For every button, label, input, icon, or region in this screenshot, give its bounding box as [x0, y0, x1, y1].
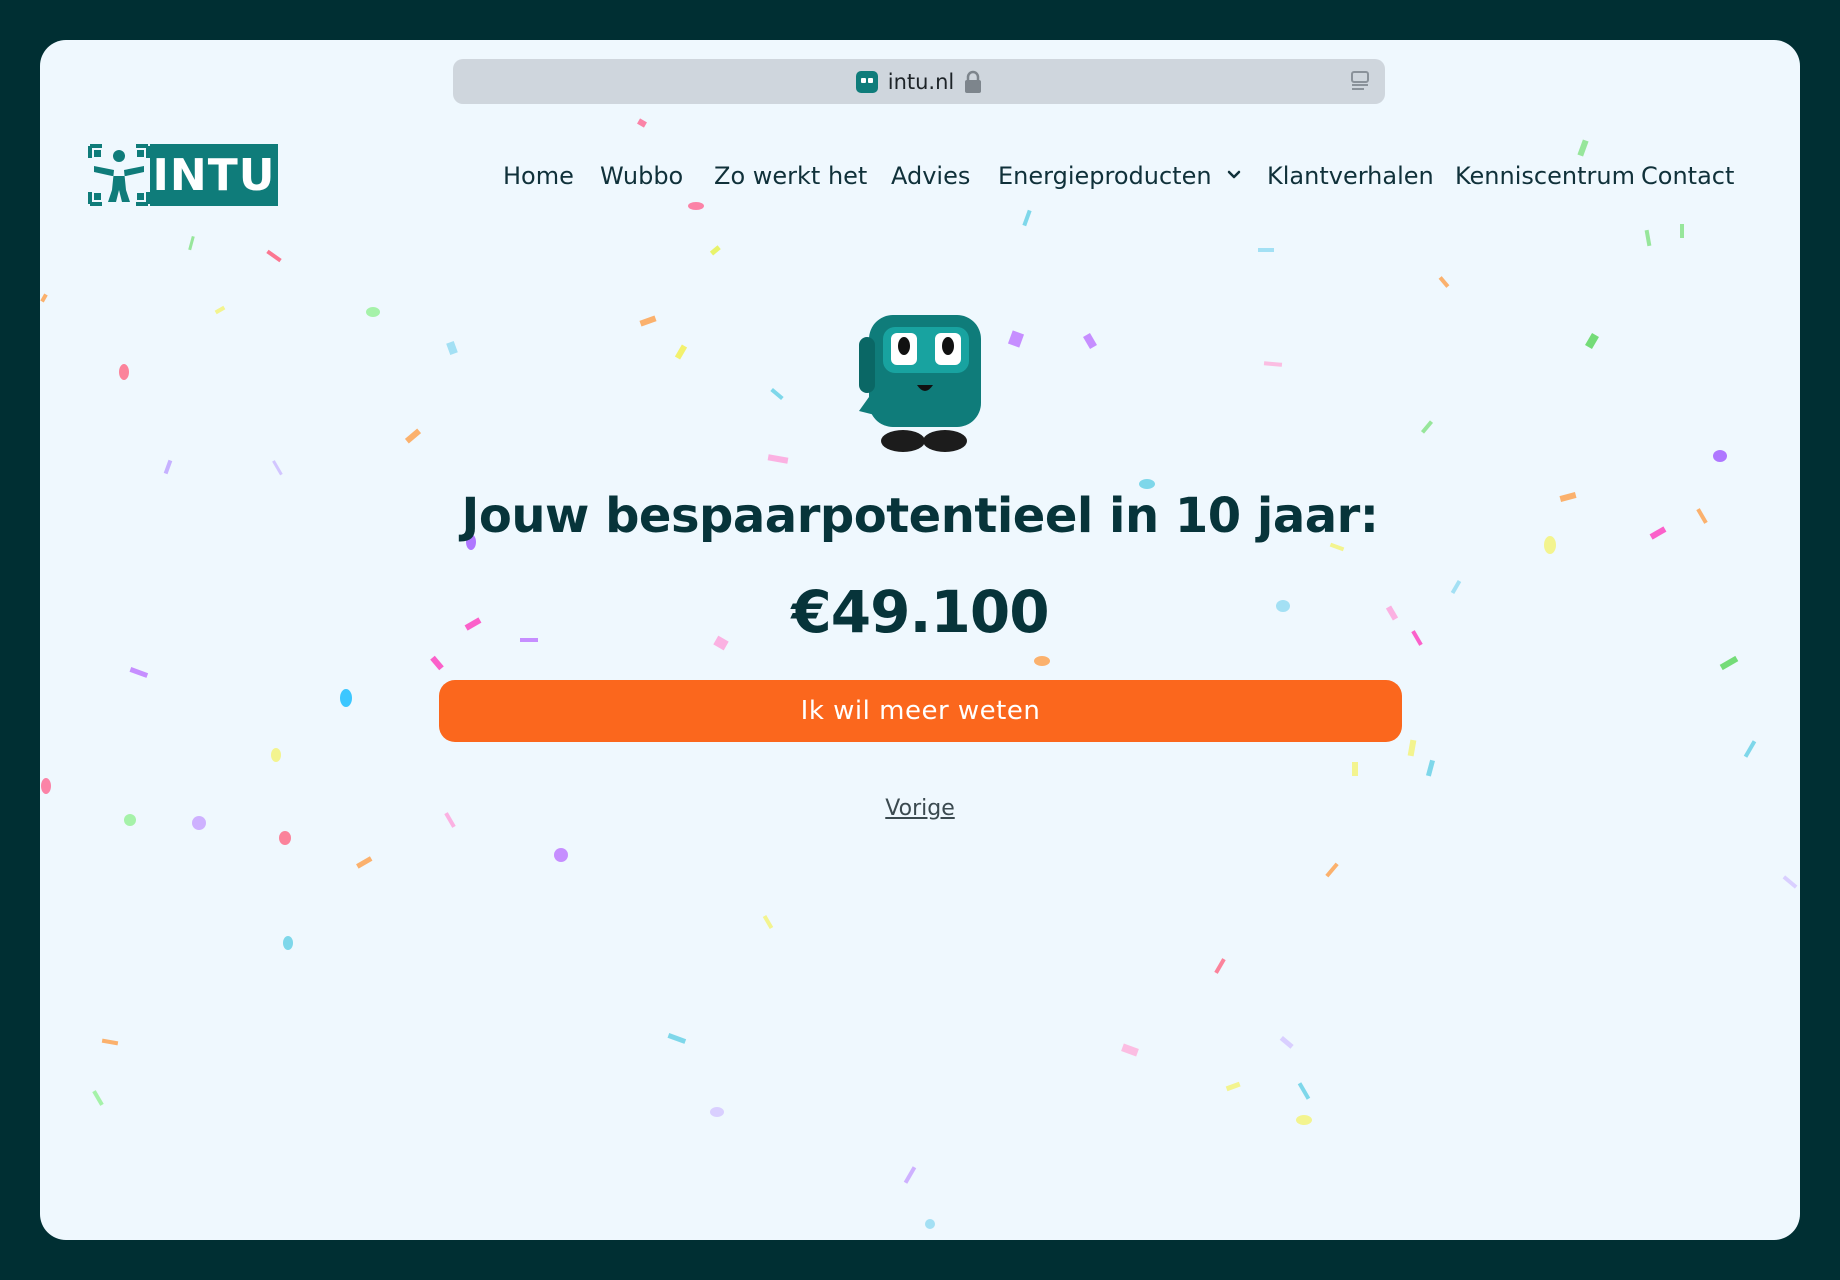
- intu-robot-icon: [855, 70, 878, 93]
- lock-icon: [965, 70, 982, 93]
- nav-advies[interactable]: Advies: [891, 158, 970, 194]
- reader-mode-icon[interactable]: [1349, 70, 1371, 92]
- nav-home[interactable]: Home: [503, 158, 574, 194]
- nav-contact[interactable]: Contact: [1641, 158, 1734, 194]
- nav-kenniscentrum[interactable]: Kenniscentrum: [1455, 158, 1635, 194]
- meer-weten-button[interactable]: Ik wil meer weten: [439, 680, 1402, 742]
- address-bar[interactable]: intu.nl: [453, 59, 1385, 104]
- vorige-link[interactable]: Vorige: [885, 796, 954, 821]
- wubbo-robot-mascot: [859, 315, 981, 452]
- chevron-down-icon: [1227, 170, 1241, 179]
- intu-logo[interactable]: INTU: [88, 144, 278, 206]
- back-link-container: Vorige: [40, 796, 1800, 821]
- logo-wordmark: INTU: [150, 144, 278, 206]
- result-headline: Jouw bespaarpotentieel in 10 jaar:: [461, 488, 1379, 544]
- logo-figure-icon: [88, 144, 150, 206]
- nav-zo-werkt-het[interactable]: Zo werkt het: [714, 158, 867, 194]
- savings-amount: €49.100: [791, 578, 1049, 646]
- url-text[interactable]: intu.nl: [888, 70, 955, 94]
- nav-energieproducten-label: Energieproducten: [998, 162, 1212, 190]
- nav-wubbo[interactable]: Wubbo: [600, 158, 683, 194]
- nav-klantverhalen[interactable]: Klantverhalen: [1267, 158, 1434, 194]
- nav-energieproducten[interactable]: Energieproducten: [998, 158, 1241, 194]
- browser-window: intu.nl INTU Home Wubbo Zo werkt het Adv…: [40, 40, 1800, 1240]
